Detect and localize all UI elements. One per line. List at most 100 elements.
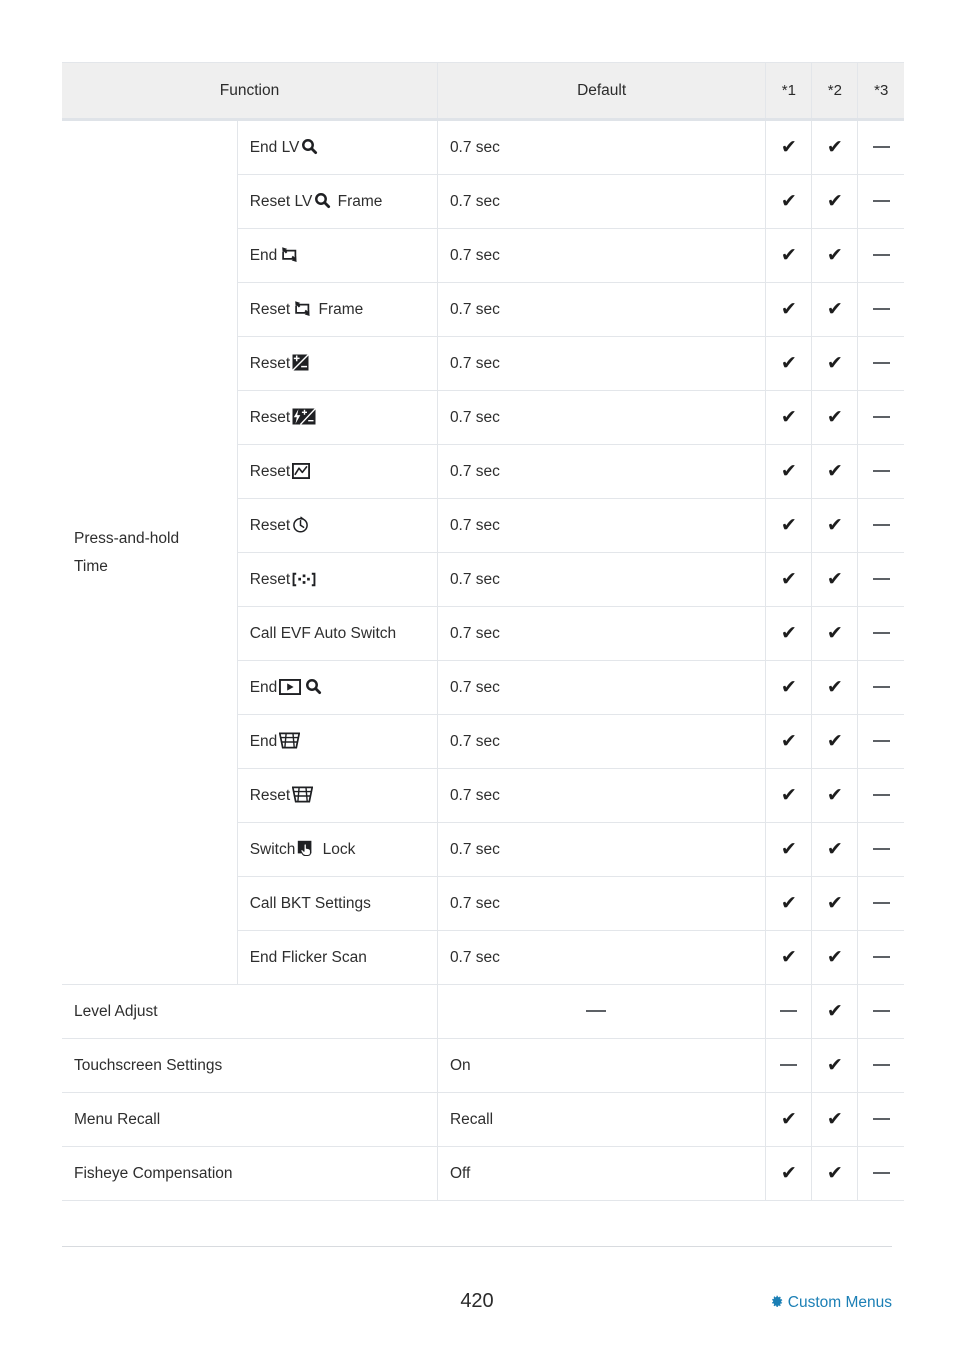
dash-icon (872, 416, 890, 419)
sub-function-cell: Reset (237, 336, 438, 391)
sub-function-label: Reset (249, 570, 291, 588)
default-value-cell: 0.7 sec (436, 119, 767, 175)
star1-cell (765, 984, 813, 1039)
dash-icon (872, 524, 890, 527)
footer-link-label: Custom Menus (787, 1294, 892, 1311)
default-value-cell: 0.7 sec (436, 228, 767, 283)
sub-function-cell: Reset Frame (237, 282, 438, 337)
sub-function-cell: End (237, 714, 438, 769)
star1-cell: ✔ (765, 444, 813, 499)
function-group-label: Press-and-hold Time (62, 119, 238, 985)
playback-icon (279, 679, 302, 695)
check-icon: ✔ (826, 567, 843, 590)
check-icon: ✔ (826, 1107, 843, 1130)
star3-cell (857, 714, 904, 769)
check-icon: ✔ (780, 891, 797, 914)
sub-function-cell: Reset (237, 768, 438, 823)
sub-function-label: Reset (249, 301, 291, 318)
function-label-cell: Fisheye Compensation (62, 1146, 438, 1201)
check-icon: ✔ (780, 1161, 797, 1184)
sub-function-label: Reset (249, 355, 291, 372)
star2-cell: ✔ (811, 1146, 859, 1201)
star3-cell (857, 660, 904, 715)
default-value-cell: 0.7 sec (436, 552, 767, 607)
check-icon: ✔ (780, 189, 797, 212)
check-icon: ✔ (826, 1053, 843, 1076)
dash-icon (872, 1172, 890, 1175)
star3-cell (857, 768, 904, 823)
sub-function-cell: Reset (237, 444, 438, 499)
dash-icon (872, 146, 890, 149)
spec-table-container: Function Default *1 *2 *3 Press-and-hold… (62, 62, 904, 1201)
sub-function-cell: Call BKT Settings (237, 876, 438, 931)
star3-cell (857, 984, 904, 1039)
star1-cell: ✔ (765, 119, 813, 175)
check-icon: ✔ (826, 891, 843, 914)
check-icon: ✔ (780, 459, 797, 482)
column-header-star1: *1 (765, 62, 813, 121)
dash-icon (872, 632, 890, 635)
default-value-cell: 0.7 sec (436, 660, 767, 715)
star3-cell (857, 606, 904, 661)
star3-cell (857, 174, 904, 229)
default-value-cell: 0.7 sec (436, 876, 767, 931)
af-target-icon (292, 572, 316, 587)
check-icon: ✔ (826, 243, 843, 266)
dash-icon (872, 362, 890, 365)
default-value-cell: Recall (436, 1092, 767, 1147)
dash-icon (585, 1010, 606, 1013)
star2-cell: ✔ (811, 390, 859, 445)
sub-function-label: End (249, 679, 278, 696)
magnifier-icon (305, 678, 322, 695)
sub-function-cell: Reset (237, 552, 438, 607)
footer-custom-menus-link[interactable]: Custom Menus (769, 1294, 892, 1314)
check-icon: ✔ (826, 351, 843, 374)
table-row: Touchscreen Settings On ✔ (62, 1038, 904, 1093)
trash-basket-icon (292, 786, 314, 803)
star2-cell: ✔ (811, 552, 859, 607)
star3-cell (857, 1092, 904, 1147)
star2-cell: ✔ (811, 444, 859, 499)
check-icon: ✔ (826, 783, 843, 806)
default-value-cell: 0.7 sec (436, 390, 767, 445)
dash-icon (872, 200, 890, 203)
column-header-function: Function (62, 62, 438, 121)
column-header-default: Default (436, 62, 767, 121)
check-icon: ✔ (780, 945, 797, 968)
touch-lock-icon (297, 840, 316, 857)
check-icon: ✔ (780, 351, 797, 374)
function-label-cell: Menu Recall (62, 1092, 438, 1147)
sub-function-label: End (249, 247, 278, 264)
highlight-shadow-curve-icon (292, 462, 311, 479)
trash-basket-icon (279, 732, 301, 749)
star3-cell (857, 119, 904, 175)
star2-cell: ✔ (811, 336, 859, 391)
check-icon: ✔ (826, 513, 843, 536)
check-icon: ✔ (826, 405, 843, 428)
star3-cell (857, 822, 904, 877)
flash-compensation-icon (292, 408, 317, 425)
column-header-star2: *2 (811, 62, 859, 121)
default-value-cell: 0.7 sec (436, 498, 767, 553)
sub-function-cell: Call EVF Auto Switch (237, 606, 438, 661)
sub-function-cell: End LV (236, 119, 438, 175)
default-value-cell: 0.7 sec (436, 606, 767, 661)
sub-function-label: Switch (249, 841, 296, 858)
star3-cell (857, 390, 904, 445)
default-value-cell: 0.7 sec (436, 822, 767, 877)
dash-icon (872, 578, 890, 581)
table-header-row: Function Default *1 *2 *3 (62, 62, 904, 121)
check-icon: ✔ (826, 189, 843, 212)
check-icon: ✔ (826, 459, 843, 482)
sub-function-label: Reset (249, 787, 291, 804)
star1-cell: ✔ (765, 876, 813, 931)
frame-resize-icon (292, 300, 312, 317)
check-icon: ✔ (826, 1161, 843, 1184)
sub-function-cell: End (237, 228, 438, 283)
sub-function-label: Call BKT Settings (249, 894, 371, 912)
star2-cell: ✔ (811, 876, 859, 931)
sub-function-cell: End Flicker Scan (237, 930, 438, 985)
check-icon: ✔ (826, 675, 843, 698)
sub-function-label: End (249, 733, 278, 750)
check-icon: ✔ (826, 729, 843, 752)
